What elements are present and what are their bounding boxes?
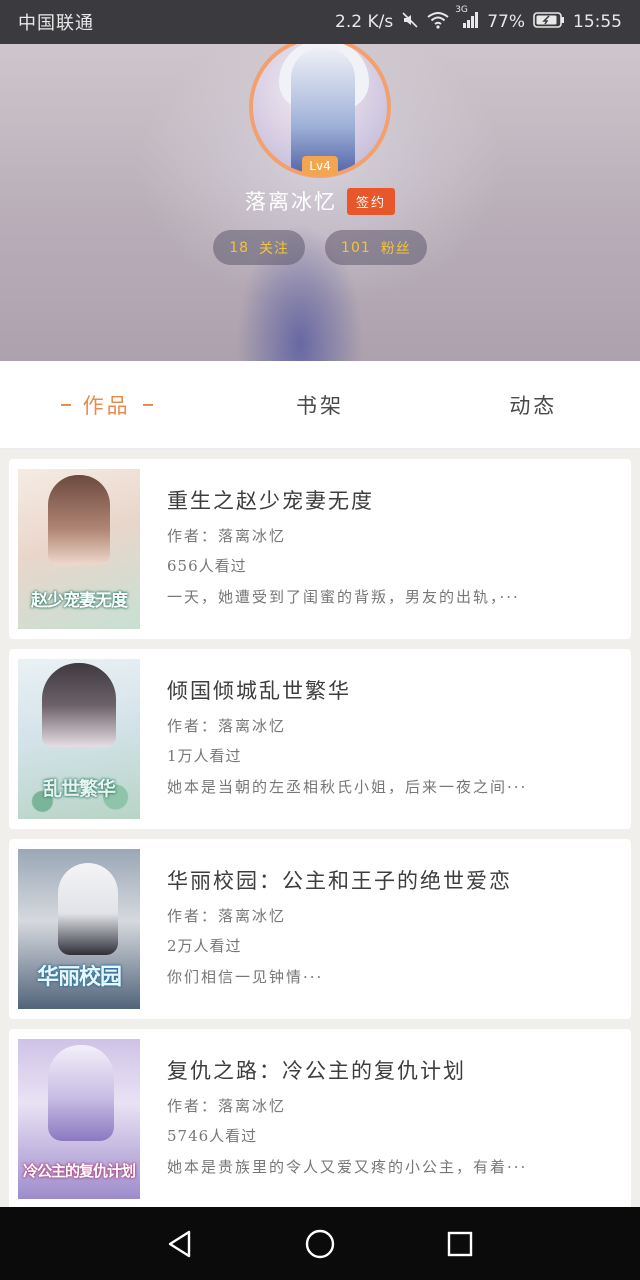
- network-type: 3G: [455, 4, 468, 15]
- book-card[interactable]: 华丽校园 华丽校园：公主和王子的绝世爱恋 作者：落离冰忆 2万人看过 你们相信一…: [9, 839, 631, 1019]
- cover-illustration: [48, 1045, 114, 1141]
- status-right: 2.2 K/s 3G 77% 15:55: [335, 5, 622, 34]
- clock: 15:55: [573, 12, 622, 32]
- book-description: 她本是当朝的左丞相秋氏小姐，后来一夜之间···: [167, 778, 528, 796]
- book-author: 作者：落离冰忆: [167, 1097, 287, 1115]
- level-badge: Lv4: [302, 156, 338, 176]
- book-description: 你们相信一见钟情···: [167, 968, 324, 986]
- wifi-icon: [427, 11, 449, 34]
- user-row: 落离冰忆 签约: [0, 186, 640, 216]
- tab-active-dash-left: [60, 403, 71, 406]
- back-triangle-icon[interactable]: [156, 1220, 204, 1268]
- battery-percent: 77%: [487, 12, 525, 32]
- cover-title: 赵少宠妻无度: [31, 591, 128, 611]
- book-info: 复仇之路：冷公主的复仇计划 作者：落离冰忆 5746人看过 她本是贵族里的令人又…: [167, 1055, 607, 1177]
- mute-icon: [401, 11, 419, 34]
- book-cover[interactable]: 冷公主的复仇计划: [18, 1039, 140, 1199]
- book-author: 作者：落离冰忆: [167, 907, 287, 925]
- book-description: 一天，她遭受到了闺蜜的背叛，男友的出轨，···: [167, 588, 520, 606]
- followers-count: 101: [341, 239, 371, 256]
- followers-button[interactable]: 101 粉丝: [325, 230, 427, 265]
- book-views: 656人看过: [167, 557, 247, 575]
- tab-bookshelf-label: 书架: [295, 393, 344, 418]
- signal-icon: 3G: [455, 5, 479, 34]
- book-cover[interactable]: 乱世繁华: [18, 659, 140, 819]
- book-author: 作者：落离冰忆: [167, 527, 287, 545]
- book-title[interactable]: 复仇之路：冷公主的复仇计划: [167, 1055, 607, 1085]
- tab-activity[interactable]: 动态: [427, 361, 640, 448]
- followers-label: 粉丝: [380, 240, 411, 257]
- cover-illustration: [58, 863, 118, 955]
- book-info: 倾国倾城乱世繁华 作者：落离冰忆 1万人看过 她本是当朝的左丞相秋氏小姐，后来一…: [167, 675, 607, 797]
- tab-bookshelf[interactable]: 书架: [213, 361, 426, 448]
- tab-works[interactable]: 作品: [0, 361, 213, 448]
- book-card[interactable]: 冷公主的复仇计划 复仇之路：冷公主的复仇计划 作者：落离冰忆 5746人看过 她…: [9, 1029, 631, 1207]
- cover-title: 乱世繁华: [42, 778, 116, 800]
- book-cover[interactable]: 赵少宠妻无度: [18, 469, 140, 629]
- book-info: 华丽校园：公主和王子的绝世爱恋 作者：落离冰忆 2万人看过 你们相信一见钟情··…: [167, 865, 607, 987]
- tab-active-dash-right: [142, 403, 153, 406]
- home-circle-icon[interactable]: [296, 1220, 344, 1268]
- profile-tabs: 作品 书架 动态: [0, 361, 640, 449]
- cover-title: 冷公主的复仇计划: [22, 1162, 136, 1180]
- cover-illustration: [48, 475, 110, 565]
- username: 落离冰忆: [244, 190, 337, 214]
- book-info: 重生之赵少宠妻无度 作者：落离冰忆 656人看过 一天，她遭受到了闺蜜的背叛，男…: [167, 485, 607, 607]
- tab-activity-label: 动态: [509, 393, 558, 418]
- stats-row: 18 关注 101 粉丝: [0, 230, 640, 265]
- book-title[interactable]: 华丽校园：公主和王子的绝世爱恋: [167, 865, 607, 895]
- carrier-label: 中国联通: [18, 13, 94, 34]
- book-views: 1万人看过: [167, 747, 242, 765]
- cover-title: 华丽校园: [36, 964, 122, 990]
- following-count: 18: [229, 239, 250, 256]
- battery-icon: [533, 11, 565, 34]
- book-card[interactable]: 乱世繁华 倾国倾城乱世繁华 作者：落离冰忆 1万人看过 她本是当朝的左丞相秋氏小…: [9, 649, 631, 829]
- status-bar: 中国联通 2.2 K/s 3G 77% 15:55: [0, 0, 640, 44]
- system-nav-bar: [0, 1207, 640, 1280]
- recents-square-icon[interactable]: [436, 1220, 484, 1268]
- signed-badge: 签约: [346, 187, 395, 215]
- book-title[interactable]: 倾国倾城乱世繁华: [167, 675, 607, 705]
- book-description: 她本是贵族里的令人又爱又疼的小公主，有着···: [167, 1158, 528, 1176]
- book-views: 2万人看过: [167, 937, 242, 955]
- book-title[interactable]: 重生之赵少宠妻无度: [167, 485, 607, 515]
- net-speed: 2.2 K/s: [335, 12, 394, 32]
- cover-illustration: [42, 663, 116, 747]
- book-views: 5746人看过: [167, 1127, 258, 1145]
- following-button[interactable]: 18 关注: [213, 230, 306, 265]
- book-list[interactable]: 赵少宠妻无度 重生之赵少宠妻无度 作者：落离冰忆 656人看过 一天，她遭受到了…: [0, 449, 640, 1207]
- book-card[interactable]: 赵少宠妻无度 重生之赵少宠妻无度 作者：落离冰忆 656人看过 一天，她遭受到了…: [9, 459, 631, 639]
- profile-header: Lv4 落离冰忆 签约 18 关注 101 粉丝: [0, 44, 640, 361]
- following-label: 关注: [259, 240, 290, 257]
- book-cover[interactable]: 华丽校园: [18, 849, 140, 1009]
- book-author: 作者：落离冰忆: [167, 717, 287, 735]
- tab-works-label: 作品: [82, 393, 131, 418]
